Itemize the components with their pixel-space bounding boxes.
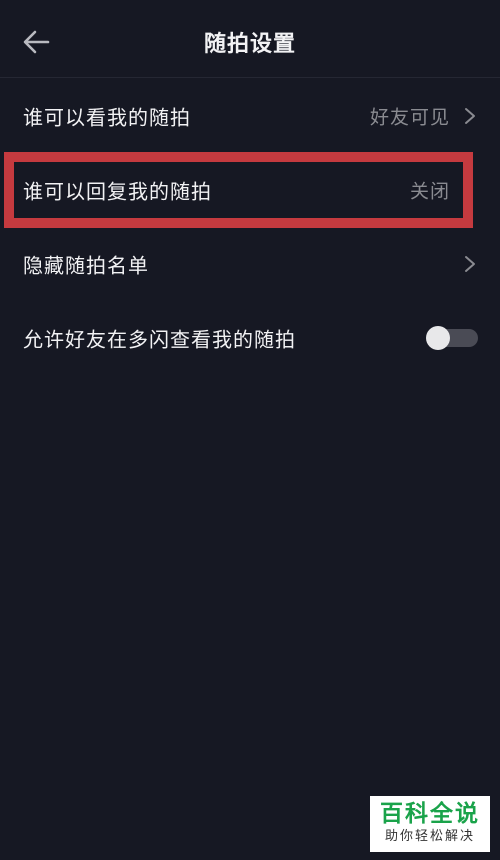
toggle-switch[interactable]	[426, 326, 478, 350]
setting-label: 允许好友在多闪查看我的随拍	[23, 327, 296, 352]
header-bar: 随拍设置	[0, 0, 500, 78]
setting-who-can-reply[interactable]: 谁可以回复我的随拍 关闭	[0, 153, 500, 227]
watermark-logo: 百科全说 助你轻松解决	[370, 796, 490, 852]
chevron-right-icon	[464, 107, 476, 125]
toggle-knob	[426, 326, 450, 350]
setting-who-can-view[interactable]: 谁可以看我的随拍 好友可见	[0, 79, 500, 153]
setting-hidden-list[interactable]: 隐藏随拍名单	[0, 227, 500, 301]
page-title: 随拍设置	[203, 32, 296, 57]
setting-label: 谁可以回复我的随拍	[23, 179, 212, 204]
watermark-title: 百科全说	[380, 801, 480, 827]
setting-label: 谁可以看我的随拍	[23, 105, 191, 130]
setting-value: 关闭	[409, 180, 450, 203]
setting-allow-friends-view: 允许好友在多闪查看我的随拍	[0, 301, 500, 375]
setting-value: 好友可见	[369, 106, 450, 129]
watermark-subtitle: 助你轻松解决	[384, 829, 475, 844]
chevron-right-icon	[464, 255, 476, 273]
setting-label: 隐藏随拍名单	[23, 253, 149, 278]
